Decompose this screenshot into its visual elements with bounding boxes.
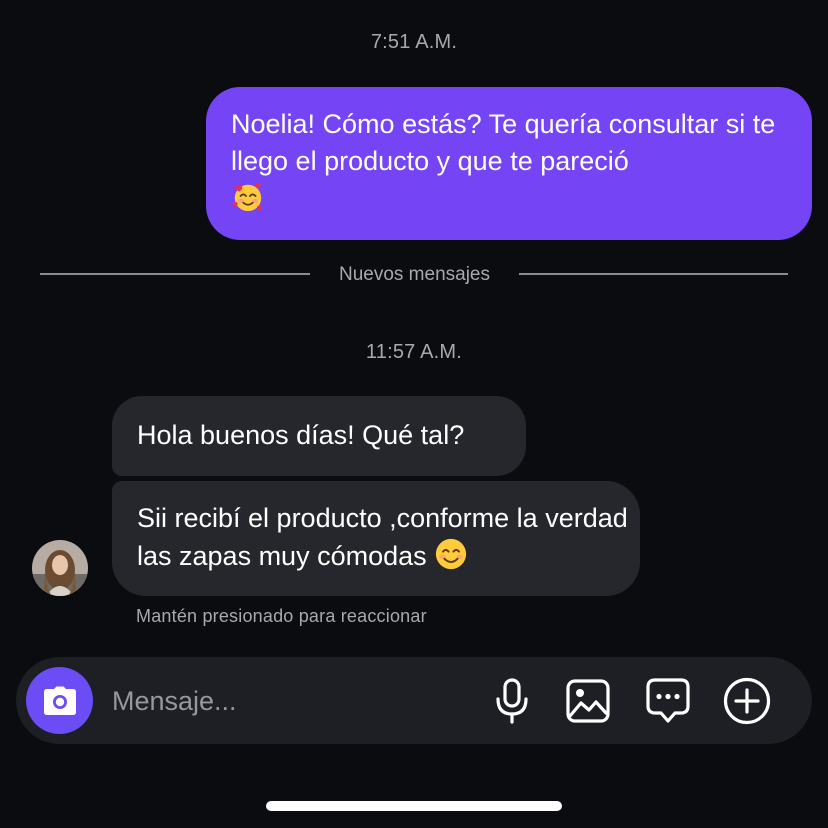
divider-line-right: [519, 273, 788, 275]
new-messages-divider: Nuevos mensajes: [338, 264, 491, 285]
contact-avatar[interactable]: [32, 540, 88, 596]
smiling-face-with-hearts-icon: [232, 183, 263, 212]
camera-button[interactable]: [26, 667, 93, 734]
message-composer: [16, 657, 812, 744]
message-input[interactable]: [112, 681, 472, 721]
message-text: Sii recibí el producto ,conforme la verd…: [137, 503, 628, 571]
reaction-hint: Mantén presionado para reaccionar: [136, 606, 427, 626]
plus-button[interactable]: [723, 677, 771, 725]
microphone-icon: [496, 678, 528, 724]
divider-line-left: [40, 273, 310, 275]
sticker-chat-icon: [646, 678, 690, 723]
timestamp: 11:57 A.M.: [365, 341, 463, 363]
message-text: Noelia! Cómo estás? Te quería consultar …: [231, 109, 776, 176]
outgoing-message-bubble[interactable]: Noelia! Cómo estás? Te quería consultar …: [206, 87, 812, 240]
microphone-button[interactable]: [488, 677, 536, 725]
sticker-button[interactable]: [644, 677, 692, 725]
incoming-message-bubble[interactable]: Hola buenos días! Qué tal?: [112, 396, 526, 476]
gallery-icon: [566, 679, 610, 723]
smiling-face-with-smiling-eyes-icon: [436, 538, 467, 570]
avatar-photo: [32, 540, 88, 596]
gallery-button[interactable]: [564, 677, 612, 725]
plus-icon: [723, 677, 771, 725]
incoming-message-bubble[interactable]: Sii recibí el producto ,conforme la verd…: [112, 481, 640, 596]
camera-icon: [43, 686, 76, 715]
home-indicator: [266, 801, 562, 811]
timestamp: 7:51 A.M.: [370, 31, 458, 53]
message-text: Hola buenos días! Qué tal?: [137, 420, 465, 450]
